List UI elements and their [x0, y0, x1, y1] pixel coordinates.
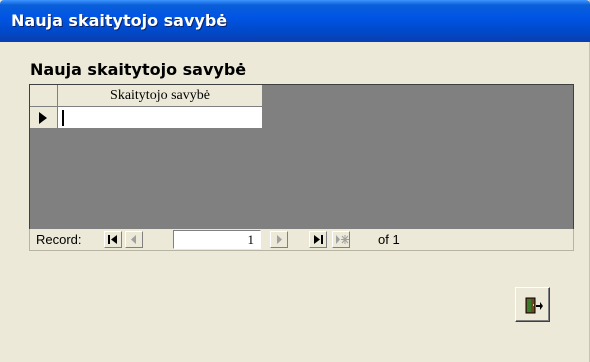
- record-count-label: of 1: [378, 232, 400, 247]
- title-bar[interactable]: Nauja skaitytojo savybė: [0, 0, 590, 42]
- exit-door-icon: [525, 297, 543, 314]
- last-record-icon: [314, 235, 323, 244]
- datasheet-grid: Skaitytojo savybė: [29, 84, 574, 230]
- next-record-icon: [277, 235, 282, 244]
- select-all-corner[interactable]: [30, 85, 58, 107]
- window-title: Nauja skaitytojo savybė: [11, 11, 228, 30]
- current-record-arrow-icon: [39, 112, 47, 124]
- next-record-button[interactable]: [270, 231, 288, 248]
- column-header-skaitytojo-savybe[interactable]: Skaitytojo savybė: [58, 85, 263, 107]
- last-record-button[interactable]: [309, 231, 327, 248]
- record-label: Record:: [36, 232, 82, 247]
- first-record-button[interactable]: [104, 231, 122, 248]
- record-navigation-bar: Record: 1 of 1: [29, 229, 574, 251]
- skaitytojo-savybe-cell-input[interactable]: [58, 107, 263, 129]
- subform-label: Nauja skaitytojo savybė: [30, 60, 247, 79]
- text-caret: [62, 110, 64, 126]
- new-record-button[interactable]: [332, 231, 350, 248]
- new-record-icon: [336, 235, 349, 244]
- form-window: Nauja skaitytojo savybė Nauja skaitytojo…: [0, 0, 590, 362]
- exit-form-button[interactable]: [515, 287, 550, 322]
- current-record-number-input[interactable]: 1: [173, 230, 261, 249]
- previous-record-button[interactable]: [125, 231, 143, 248]
- previous-record-icon: [131, 235, 136, 244]
- first-record-icon: [108, 235, 117, 244]
- row-selector[interactable]: [30, 107, 58, 129]
